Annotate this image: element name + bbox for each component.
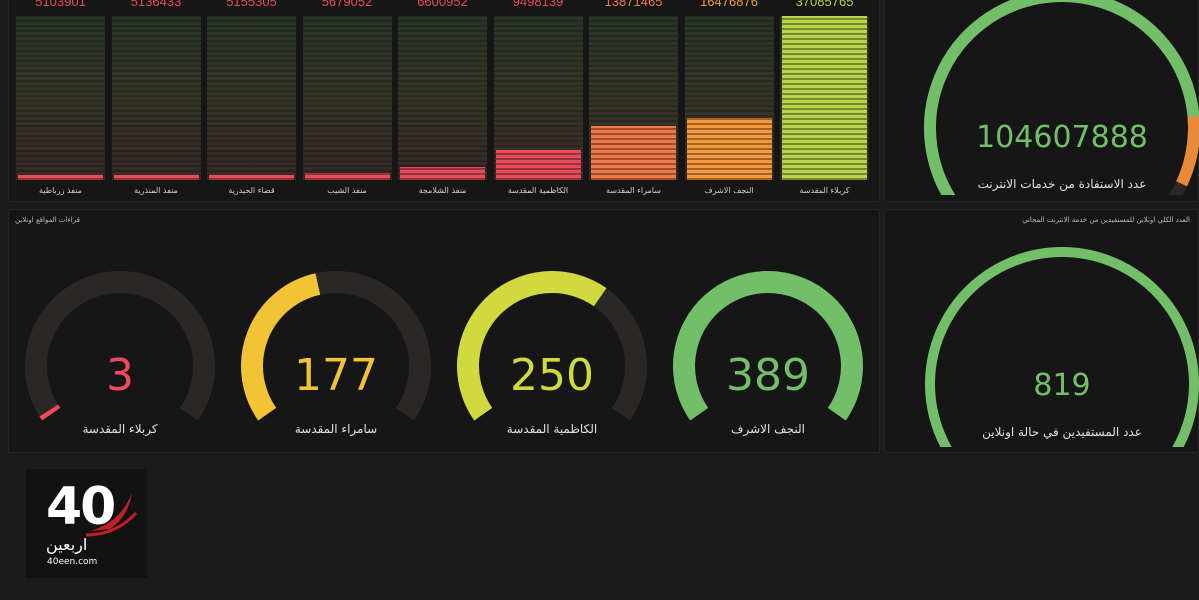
bar-fill — [686, 117, 772, 180]
gauge-track — [925, 247, 1199, 447]
gauge-fill — [925, 247, 1199, 447]
gauge-label: الكاظمية المقدسة — [506, 422, 598, 436]
logo-swoosh-icon — [85, 493, 138, 537]
bar-fill — [495, 150, 581, 180]
bar-value: 5136433 — [130, 0, 182, 9]
bar-column: 5155305 — [205, 0, 298, 180]
bar-track — [684, 16, 774, 180]
bar-fill — [400, 166, 485, 180]
gauge-fill — [924, 0, 1199, 195]
site-gauge: 3 كربلاء المقدسة — [20, 262, 220, 442]
total-usage-gauge: 104607888 عدد الاستفادة من خدمات الانترنت — [912, 0, 1199, 195]
bar-track — [16, 16, 105, 180]
bar-track — [207, 16, 296, 180]
gauge-value: 104607888 — [976, 120, 1148, 155]
site-gauge: 389 النجف الاشرف — [668, 262, 868, 442]
bar-column: 5103901 — [14, 0, 107, 180]
bar-label: منفذ الشيب — [327, 186, 367, 195]
bar-fill — [782, 16, 867, 180]
gauge-arc — [924, 0, 1199, 195]
bar-fill — [304, 173, 390, 180]
bar-fill — [18, 175, 103, 180]
bar-value: 5679052 — [321, 0, 373, 9]
online-total-gauge: 819 عدد المستفيدين في حالة اونلاين — [912, 232, 1199, 447]
gauge-value: 250 — [510, 350, 594, 401]
bar-column: 37085765 — [778, 0, 871, 180]
bar-column: 6600952 — [396, 0, 489, 180]
bar-label: سامراء المقدسة — [606, 186, 661, 195]
bar-value: 16476876 — [700, 0, 758, 9]
bar-track — [111, 16, 201, 180]
bar-fill — [113, 175, 199, 180]
gauge-value: 819 — [1033, 368, 1091, 403]
bar-label: قضاء الحيدرية — [228, 186, 275, 195]
bar-column: 16476876 — [683, 0, 776, 180]
bar-label: كربلاء المقدسة — [799, 186, 850, 195]
gauge-label: النجف الاشرف — [731, 422, 805, 436]
gauge-value: 389 — [726, 350, 810, 401]
logo-arabic-text: اربعين — [46, 535, 88, 554]
bar-track — [302, 16, 392, 180]
bar-column: 5679052 — [301, 0, 394, 180]
bar-column: 9498139 — [492, 0, 585, 180]
bar-value: 5155305 — [226, 0, 277, 9]
bar-value: 9498139 — [512, 0, 564, 9]
gauge-fill — [39, 404, 61, 421]
gauge-value: 177 — [294, 350, 378, 401]
gauge-label: كربلاء المقدسة — [82, 422, 158, 436]
bar-label: النجف الاشرف — [704, 186, 754, 195]
gauge-arc — [925, 247, 1199, 447]
bar-label: منفذ المنذرية — [134, 186, 178, 195]
bar-value: 6600952 — [417, 0, 468, 9]
bar-label: الكاظمية المقدسة — [507, 186, 569, 195]
bar-value: 5103901 — [35, 0, 86, 9]
bar-fill — [209, 175, 294, 180]
bar-track — [398, 16, 487, 180]
bar-label: منفذ الشلامجة — [418, 186, 467, 195]
bar-label: منفذ زرباطية — [39, 186, 82, 195]
bar-track — [780, 16, 869, 180]
bar-track — [589, 16, 678, 180]
online-total-panel-title: العدد الكلي اونلاين للمستفيدين من خدمة ا… — [1022, 216, 1190, 224]
site-gauge: 177 سامراء المقدسة — [236, 262, 436, 442]
bar-column: 13871465 — [587, 0, 680, 180]
online-panel-title: قراءات المواقع اونلاين — [15, 216, 80, 224]
bar-track — [493, 16, 583, 180]
gauge-label: عدد المستفيدين في حالة اونلاين — [982, 425, 1142, 439]
logo-site-text: 40een.com — [47, 557, 98, 567]
bar-value: 37085765 — [795, 0, 854, 9]
site-gauge: 250 الكاظمية المقدسة — [452, 262, 652, 442]
bar-value: 13871465 — [604, 0, 663, 9]
gauge-label: عدد الاستفادة من خدمات الانترنت — [977, 177, 1147, 191]
bar-column: 5136433 — [110, 0, 203, 180]
logo: 40 اربعين 40een.com — [26, 469, 147, 578]
bar-fill — [591, 125, 676, 180]
gauge-value: 3 — [106, 350, 134, 401]
gauge-label: سامراء المقدسة — [294, 422, 378, 436]
